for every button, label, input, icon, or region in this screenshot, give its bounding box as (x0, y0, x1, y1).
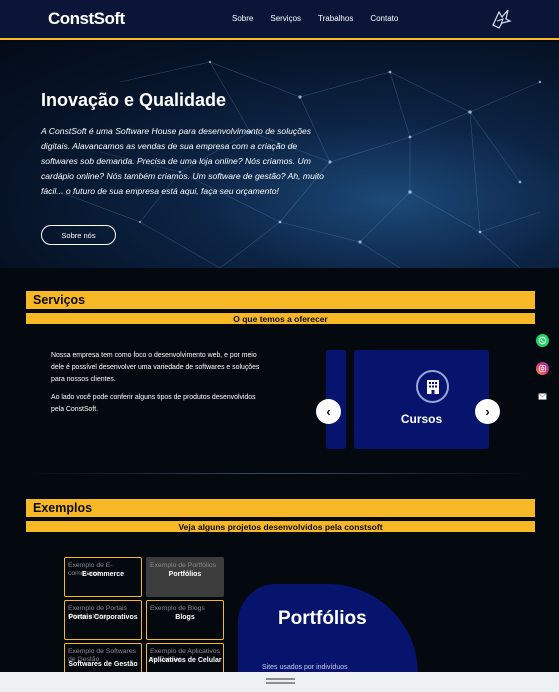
section-divider (26, 473, 535, 474)
shark-emblem-icon (492, 9, 512, 29)
whatsapp-icon[interactable] (536, 334, 549, 347)
example-tile-portais-corporativos[interactable]: Exemplo de Portais Corporativos Portais … (64, 600, 142, 640)
hero-text: A ConstSoft é uma Software House para de… (41, 126, 324, 196)
brand-logo[interactable]: ConstSoft (48, 9, 125, 29)
tile-title: Blogs (175, 614, 195, 621)
tile-title: E-commerce (81, 571, 125, 578)
bottom-sheet-bar (0, 672, 559, 692)
tile-title: Portais Corporativos (68, 614, 138, 621)
tile-image-alt: Exemplo de Portfólios (150, 562, 217, 569)
drag-handle[interactable] (266, 678, 295, 680)
carousel-prev-button[interactable]: ‹ (316, 399, 341, 424)
services-paragraph-1: Nossa empresa tem como foco o desenvolvi… (51, 352, 260, 383)
services-description: Nossa empresa tem como foco o desenvolvi… (51, 350, 261, 422)
nav-item-sobre[interactable]: Sobre (232, 14, 253, 23)
page: ConstSoft Sobre Serviços Trabalhos Conta… (0, 0, 559, 692)
example-tile-blogs[interactable]: Exemplo de Blogs Blogs (146, 600, 224, 640)
carousel-next-button[interactable]: › (475, 399, 500, 424)
examples-section-title: Exemplos (26, 499, 535, 517)
hero-title: Inovação e Qualidade (41, 90, 227, 110)
hero-banner: Inovação e Qualidade A ConstSoft é uma S… (0, 42, 559, 268)
portfolio-panel-text: Sites usados por indivíduos (262, 664, 348, 671)
tile-title: Softwares de Gestão (68, 661, 138, 668)
tile-title: Aplicativos de Celular (148, 657, 222, 664)
tile-image-alt: Exemplo de Blogs (150, 605, 205, 612)
carousel-card-cursos[interactable]: Cursos (354, 350, 489, 449)
nav-item-servicos[interactable]: Serviços (270, 14, 301, 23)
example-tile-portfolios[interactable]: Exemplo de Portfólios Portfólios (146, 557, 224, 597)
examples-section-subtitle: Veja alguns projetos desenvolvidos pela … (26, 520, 535, 532)
example-tile-ecommerce[interactable]: Exemplo de E-commerce E-commerce (64, 557, 142, 597)
nav-item-trabalhos[interactable]: Trabalhos (318, 14, 353, 23)
instagram-icon[interactable] (536, 362, 549, 375)
email-icon[interactable] (536, 390, 549, 403)
tile-title: Portfólios (168, 571, 202, 578)
portfolio-panel-title: Portfólios (278, 608, 367, 629)
building-icon (416, 370, 449, 403)
services-paragraph-2: Ao lado você pode conferir alguns tipos … (51, 394, 256, 413)
services-section-title: Serviços (26, 291, 535, 309)
nav-item-contato[interactable]: Contato (370, 14, 398, 23)
nav-menu: Sobre Serviços Trabalhos Contato (232, 14, 415, 23)
top-navbar: ConstSoft Sobre Serviços Trabalhos Conta… (0, 0, 559, 40)
services-section-subtitle: O que temos a oferecer (26, 312, 535, 324)
about-us-button[interactable]: Sobre nós (41, 225, 116, 245)
carousel-card-label: Cursos (400, 412, 443, 426)
